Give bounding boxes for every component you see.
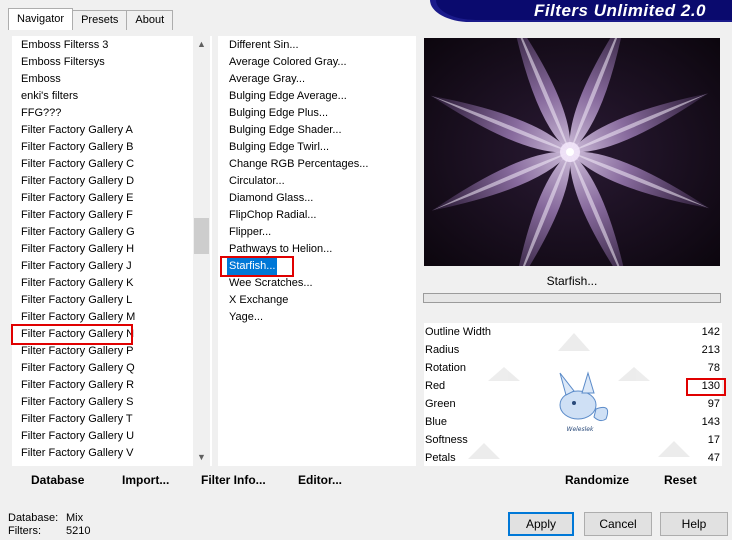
filter-item[interactable]: Circulator...	[229, 173, 285, 190]
filter-item[interactable]: Change RGB Percentages...	[229, 156, 368, 173]
param-value[interactable]: 143	[702, 413, 720, 431]
category-item[interactable]: Filter Factory Gallery A	[21, 122, 133, 139]
header-banner: Filters Unlimited 2.0	[430, 0, 732, 22]
filter-item[interactable]: Bulging Edge Plus...	[229, 105, 328, 122]
param-row[interactable]: Blue 143	[424, 413, 722, 431]
filter-list[interactable]: Different Sin... Average Colored Gray... A…	[218, 36, 416, 466]
scroll-up-arrow-icon[interactable]: ▲	[193, 36, 210, 53]
category-item[interactable]: Filter Factory Gallery U	[21, 428, 134, 445]
param-value[interactable]: 78	[708, 359, 720, 377]
tab-bar: Navigator Presets About	[8, 8, 174, 30]
reset-button[interactable]: Reset	[664, 473, 697, 487]
filter-item[interactable]: Yage...	[229, 309, 263, 326]
starfish-preview-graphic	[424, 38, 720, 266]
filter-info-button[interactable]: Filter Info...	[201, 473, 266, 487]
category-item[interactable]: enki's filters	[21, 88, 78, 105]
param-row[interactable]: Radius 213	[424, 341, 722, 359]
filter-item[interactable]: Wee Scratches...	[229, 275, 313, 292]
param-highlight-box	[686, 378, 726, 396]
category-item[interactable]: Filter Factory Gallery H	[21, 241, 134, 258]
category-item[interactable]: Emboss	[21, 71, 61, 88]
category-scrollbar[interactable]: ▲ ▼	[193, 36, 210, 466]
preview-filter-name: Starfish...	[424, 270, 720, 292]
category-item[interactable]: Filter Factory Gallery B	[21, 139, 133, 156]
right-action-bar: Randomize Reset	[424, 467, 722, 495]
category-item[interactable]: Filter Factory Gallery L	[21, 292, 132, 309]
filter-item[interactable]: FlipChop Radial...	[229, 207, 316, 224]
param-label: Softness	[425, 434, 468, 446]
category-highlight-box	[11, 324, 133, 345]
param-value[interactable]: 47	[708, 449, 720, 466]
category-item[interactable]: Filter Factory Gallery J	[21, 258, 132, 275]
category-item[interactable]: Filter Factory Gallery S	[21, 394, 133, 411]
category-item[interactable]: Filter Factory Gallery Q	[21, 360, 135, 377]
category-item[interactable]: Filter Factory Gallery R	[21, 377, 134, 394]
category-list[interactable]: Emboss Filterss 3 Emboss Filtersys Emboss e…	[12, 36, 212, 466]
param-label: Rotation	[425, 362, 466, 374]
param-row[interactable]: Outline Width 142	[424, 323, 722, 341]
database-status-value: Mix	[66, 512, 84, 524]
filter-item[interactable]: Flipper...	[229, 224, 271, 241]
param-label: Petals	[425, 452, 456, 464]
database-button[interactable]: Database	[31, 473, 84, 487]
param-label: Green	[425, 398, 456, 410]
category-item[interactable]: Emboss Filtersys	[21, 54, 105, 71]
category-item[interactable]: Filter Factory Gallery V	[21, 445, 133, 462]
param-value[interactable]: 97	[708, 395, 720, 413]
param-value[interactable]: 142	[702, 323, 720, 341]
filters-status-label: Filters:	[8, 525, 41, 537]
param-label: Blue	[425, 416, 448, 428]
filter-item[interactable]: Bulging Edge Shader...	[229, 122, 342, 139]
filter-item[interactable]: Average Gray...	[229, 71, 305, 88]
category-item[interactable]: Filter Factory Gallery C	[21, 156, 134, 173]
scroll-thumb[interactable]	[194, 218, 209, 254]
help-button[interactable]: Help	[660, 512, 728, 536]
category-item[interactable]: Filter Factory Gallery P	[21, 343, 133, 360]
param-value[interactable]: 17	[708, 431, 720, 449]
category-item[interactable]: Filter Factory Gallery K	[21, 275, 133, 292]
tab-navigator[interactable]: Navigator	[8, 8, 74, 30]
filter-item[interactable]: Diamond Glass...	[229, 190, 313, 207]
param-label: Outline Width	[425, 326, 492, 338]
import-button[interactable]: Import...	[122, 473, 169, 487]
param-row[interactable]: Petals 47	[424, 449, 722, 466]
tab-presets[interactable]: Presets	[72, 10, 128, 30]
randomize-button[interactable]: Randomize	[565, 473, 629, 487]
param-row[interactable]: Rotation 78	[424, 359, 722, 377]
filter-item[interactable]: Bulging Edge Twirl...	[229, 139, 329, 156]
category-item[interactable]: Filter Factory Gallery T	[21, 411, 133, 428]
left-action-bar: Database Import... Filter Info... Editor…	[12, 467, 416, 495]
param-label: Radius	[425, 344, 460, 356]
category-item[interactable]: Filter Factory Gallery D	[21, 173, 134, 190]
param-row[interactable]: Green 97	[424, 395, 722, 413]
param-label: Red	[425, 380, 446, 392]
filter-item[interactable]: Different Sin...	[229, 37, 299, 54]
cancel-button[interactable]: Cancel	[584, 512, 652, 536]
filter-item[interactable]: Average Colored Gray...	[229, 54, 347, 71]
progress-bar	[423, 293, 721, 303]
apply-button[interactable]: Apply	[508, 512, 574, 536]
category-item[interactable]: Emboss Filterss 3	[21, 37, 108, 54]
category-item[interactable]: Filter Factory Gallery E	[21, 190, 133, 207]
filter-item[interactable]: X Exchange	[229, 292, 288, 309]
filter-item[interactable]: Bulging Edge Average...	[229, 88, 347, 105]
filter-highlight-box	[220, 256, 294, 277]
category-item[interactable]: Filter Factory Gallery G	[21, 224, 135, 241]
param-value[interactable]: 213	[702, 341, 720, 359]
tab-about[interactable]: About	[126, 10, 174, 30]
param-row[interactable]: Red 130	[424, 377, 722, 395]
database-status-label: Database:	[8, 512, 59, 524]
param-row[interactable]: Softness 17	[424, 431, 722, 449]
editor-button[interactable]: Editor...	[298, 473, 342, 487]
category-item[interactable]: FFG???	[21, 105, 61, 122]
parameter-panel[interactable]: Weleslek Outline Width 142 Radius 213 Rotati…	[424, 323, 722, 466]
category-item[interactable]: Filter Factory Gallery F	[21, 207, 133, 224]
scroll-down-arrow-icon[interactable]: ▼	[193, 449, 210, 466]
app-title: Filters Unlimited 2.0	[533, 1, 706, 20]
preview-image	[424, 38, 720, 266]
filters-status-value: 5210	[66, 525, 91, 537]
